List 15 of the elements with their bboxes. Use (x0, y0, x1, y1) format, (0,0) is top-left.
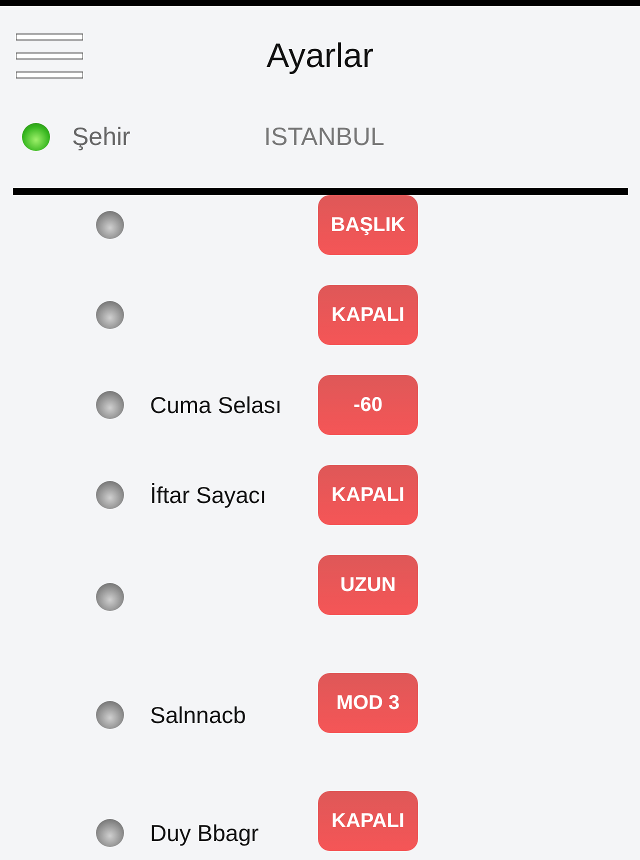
value-button[interactable]: -60 (318, 375, 418, 435)
setting-label: Salnnacb (150, 701, 247, 729)
setting-label: İftar Sayacı (150, 481, 268, 509)
menu-icon[interactable] (16, 32, 83, 80)
city-label: Şehir (72, 122, 132, 152)
city-value[interactable]: ISTANBUL (264, 122, 384, 152)
value-button[interactable]: KAPALI (318, 465, 418, 525)
value-button[interactable]: KAPALI (318, 791, 418, 851)
setting-label: Duy Bbagr (150, 819, 260, 847)
value-button[interactable]: BAŞLIK (318, 195, 418, 255)
screen-title: Ayarlar (265, 36, 375, 76)
value-button[interactable]: UZUN (318, 555, 418, 615)
value-button[interactable]: MOD 3 (318, 673, 418, 733)
value-button[interactable]: KAPALI (318, 285, 418, 345)
setting-label: Cuma Selası (150, 391, 283, 419)
